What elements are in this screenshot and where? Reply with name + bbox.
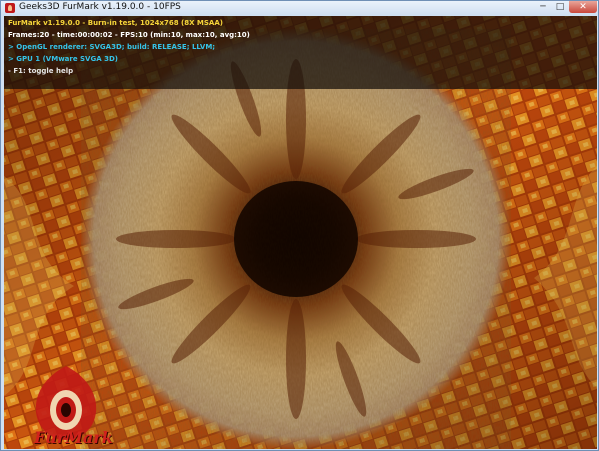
title-bar[interactable]: Geeks3D FurMark v1.19.0.0 - 10FPS ─ □ ✕ [1, 1, 598, 15]
hud-overlay: FurMark v1.19.0.0 - Burn-in test, 1024x7… [4, 16, 597, 89]
hud-title: FurMark v1.19.0.0 - Burn-in test, 1024x7… [8, 19, 223, 27]
close-button[interactable]: ✕ [569, 1, 597, 13]
maximize-button[interactable]: □ [552, 1, 568, 13]
hud-stats: Frames:20 - time:00:00:02 - FPS:10 (min:… [8, 31, 250, 39]
furmark-logo-text: FurMark [34, 428, 113, 447]
hud-help: - F1: toggle help [8, 67, 74, 75]
furmark-app-icon[interactable] [5, 3, 15, 13]
hud-gpu: > GPU 1 (VMware SVGA 3D) [8, 55, 118, 63]
hud-renderer: > OpenGL renderer: SVGA3D; build: RELEAS… [8, 43, 216, 51]
furmark-window: Geeks3D FurMark v1.19.0.0 - 10FPS ─ □ ✕ [0, 0, 599, 451]
window-title: Geeks3D FurMark v1.19.0.0 - 10FPS [19, 2, 181, 12]
render-viewport[interactable]: FurMark v1.19.0.0 - Burn-in test, 1024x7… [4, 16, 597, 449]
minimize-button[interactable]: ─ [535, 1, 551, 13]
